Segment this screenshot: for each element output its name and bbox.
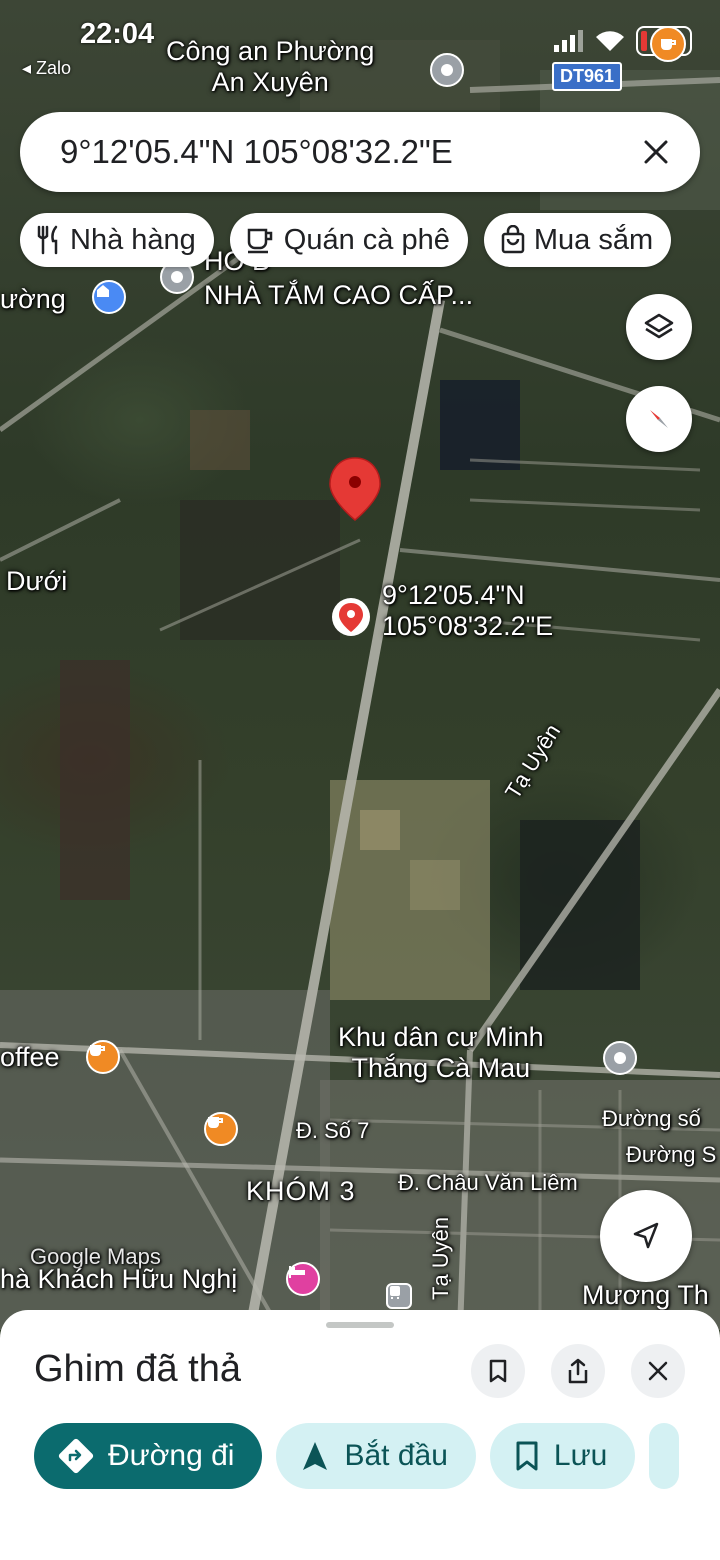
bookmark-icon <box>489 1359 507 1383</box>
compass-button[interactable] <box>626 386 692 452</box>
chip-label: Mua sắm <box>533 223 654 256</box>
chip-restaurants[interactable]: Nhà hàng <box>20 213 214 267</box>
share-button[interactable] <box>551 1344 605 1398</box>
map-label-nha-khach: hà Khách Hữu Nghị <box>0 1264 238 1294</box>
share-icon <box>568 1358 588 1384</box>
map-label-duong-so-a: Đường số <box>602 1106 701 1131</box>
signal-icon <box>554 30 583 52</box>
start-button[interactable]: Bắt đầu <box>276 1423 476 1489</box>
directions-button[interactable]: Đường đi <box>34 1423 263 1489</box>
start-label: Bắt đầu <box>344 1439 448 1472</box>
directions-icon <box>58 1438 94 1474</box>
close-icon <box>648 1361 668 1381</box>
layers-button[interactable] <box>626 294 692 360</box>
status-bar: 22:04 ◂ Zalo 10 DT961 <box>0 0 720 91</box>
map-label-line: Thắng Cà Mau <box>351 1053 531 1084</box>
my-location-button[interactable] <box>600 1190 692 1282</box>
place-marker-icon[interactable] <box>603 1041 637 1075</box>
more-actions-button[interactable] <box>649 1423 680 1489</box>
sheet-drag-handle[interactable] <box>326 1322 394 1328</box>
chip-coffee[interactable]: Quán cà phê <box>229 213 468 267</box>
coffee-icon[interactable] <box>86 1040 120 1074</box>
action-buttons: Đường đi Bắt đầu Lưu <box>34 1423 680 1489</box>
map-label-duong-so-7: Đ. Số 7 <box>296 1118 370 1143</box>
close-sheet-button[interactable] <box>631 1344 685 1398</box>
battery-level <box>641 31 647 51</box>
save-button[interactable]: Lưu <box>489 1423 636 1489</box>
back-triangle-icon: ◂ <box>22 58 37 78</box>
coordinate-latitude: 9°12'05.4"N <box>382 580 525 610</box>
map-label-khom-3: KHÓM 3 <box>246 1176 356 1206</box>
map-label-coffee: offee <box>0 1042 60 1072</box>
government-building-icon[interactable] <box>92 280 126 314</box>
coordinate-longitude: 105°08'32.2"E <box>382 611 554 642</box>
chip-label: Quán cà phê <box>283 223 450 256</box>
hotel-icon[interactable] <box>286 1262 320 1296</box>
map-label-duong-so-b: Đường S <box>626 1142 717 1167</box>
map-label-coordinates: 9°12'05.4"N 105°08'32.2"E <box>382 580 553 642</box>
close-icon <box>644 140 668 164</box>
search-query[interactable]: 9°12'05.4"N 105°08'32.2"E <box>60 133 634 171</box>
map-label-muong-th: Mương Th <box>582 1280 709 1310</box>
layers-icon <box>644 313 674 339</box>
wifi-icon <box>596 31 624 51</box>
chip-shopping[interactable]: Mua sắm <box>483 213 672 267</box>
bookmark-icon <box>516 1441 538 1471</box>
directions-label: Đường đi <box>108 1439 235 1472</box>
map-label-phuong: ường <box>0 284 66 314</box>
map-label-nha-tam[interactable]: NHÀ TẮM CAO CẤP... <box>204 280 473 311</box>
map-label-ta-uyen-2: Tạ Uyên <box>428 1216 453 1300</box>
save-icon-button[interactable] <box>471 1344 525 1398</box>
map-view[interactable]: Công an Phường An Xuyên HO B NHÀ TẮM CAO… <box>0 0 720 1330</box>
coffee-cup-icon <box>247 228 273 254</box>
category-chips: Nhà hàng Quán cà phê Mua sắm <box>20 213 672 267</box>
sheet-title: Ghim đã thả <box>34 1348 241 1390</box>
map-label-duoi: Dưới <box>6 566 68 596</box>
map-label-khu-dan-cu[interactable]: Khu dân cư Minh Thắng Cà Mau <box>338 1022 544 1084</box>
search-bar[interactable]: 9°12'05.4"N 105°08'32.2"E <box>20 112 700 192</box>
back-to-app[interactable]: ◂ Zalo <box>22 58 71 79</box>
restaurant-icon <box>37 225 58 255</box>
chip-label: Nhà hàng <box>70 223 196 256</box>
map-label-line: Khu dân cư Minh <box>338 1022 544 1052</box>
navigation-arrow-icon <box>633 1222 659 1249</box>
clear-search-button[interactable] <box>634 130 678 174</box>
map-label-chau-van-liem: Đ. Châu Văn Liêm <box>398 1170 578 1195</box>
bus-stop-icon[interactable] <box>386 1283 412 1309</box>
status-time: 22:04 <box>80 18 155 50</box>
place-bottom-sheet[interactable]: Ghim đã thả Đường đi Bắt đầu Lưu <box>0 1310 720 1560</box>
coffee-icon[interactable] <box>650 26 686 62</box>
save-label: Lưu <box>553 1439 608 1472</box>
compass-icon <box>650 410 668 428</box>
shopping-bag-icon <box>501 225 525 254</box>
road-badge: DT961 <box>552 62 623 91</box>
coordinate-pin-icon[interactable] <box>332 598 370 636</box>
coffee-icon[interactable] <box>204 1112 238 1146</box>
back-app-label: Zalo <box>36 58 72 78</box>
navigation-arrow-icon <box>303 1442 328 1470</box>
